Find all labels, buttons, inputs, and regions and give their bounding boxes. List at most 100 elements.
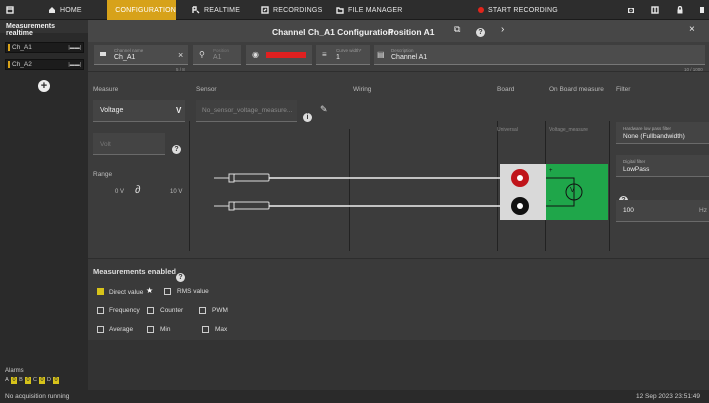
plus-icon: +: [40, 80, 48, 92]
folder-icon: [336, 7, 344, 14]
lock-button[interactable]: [676, 0, 684, 20]
nav-realtime[interactable]: REALTIME: [192, 0, 240, 20]
sidebar-channel-ch-a1[interactable]: Ch_A1 |▬▬|: [5, 42, 84, 53]
config-header: Channel Ch_A1 Configuration Position A1 …: [88, 20, 709, 42]
record-icon: [478, 7, 484, 13]
camera-icon: [628, 8, 634, 13]
alarm-value: 0: [39, 377, 45, 384]
sidebar-title: Measurements realtime: [0, 20, 88, 37]
board-universal-label: Universal: [497, 127, 518, 133]
nav-recordings[interactable]: RECORDINGS: [261, 0, 322, 20]
power-button[interactable]: [698, 0, 706, 20]
close-icon[interactable]: ×: [689, 24, 695, 35]
lock-icon: [677, 6, 683, 14]
sensor-select[interactable]: No_sensor_voltage_measure...: [196, 100, 297, 122]
unit-help-button[interactable]: ?: [172, 138, 181, 156]
alarm-letter: A: [5, 377, 9, 383]
col-on-board-measure: On Board measure: [549, 86, 604, 93]
measurements-enabled-section: Measurements enabled ? Direct value ★ RM…: [88, 258, 709, 340]
board-voltage-measure-label: Voltage_measure: [549, 127, 588, 133]
alarms-label: Alarms: [5, 368, 24, 374]
nav-file-manager[interactable]: FILE MANAGER: [336, 0, 403, 20]
col-wiring: Wiring: [353, 86, 372, 93]
range-label: Range: [93, 171, 113, 178]
edit-pencil-icon[interactable]: ✎: [320, 104, 328, 115]
status-bar: No acquisition running 12 Sep 2023 23:51…: [0, 390, 709, 403]
waveform-icon: |▬▬|: [68, 61, 81, 68]
copy-icon[interactable]: ⧉: [454, 24, 460, 35]
alarm-indicators: A 0 B 0 C 0 D 0: [4, 377, 59, 384]
sidebar-channel-ch-a2[interactable]: Ch_A2 |▬▬|: [5, 59, 84, 70]
voltmeter-label: V: [570, 187, 575, 194]
description-field[interactable]: ▤ Description Channel A1: [374, 45, 705, 65]
rms-value-checkbox[interactable]: [164, 288, 171, 295]
star-icon[interactable]: ★: [146, 286, 153, 295]
help-icon: ?: [172, 145, 181, 154]
direct-value-checkbox[interactable]: [97, 288, 104, 295]
probe-plug-red: [214, 173, 505, 183]
probe-plug-black: [214, 201, 505, 211]
minus-label: -: [549, 198, 551, 204]
counter-checkbox[interactable]: [147, 307, 154, 314]
range-max: 10 V: [170, 189, 183, 195]
frequency-checkbox[interactable]: [97, 307, 104, 314]
help-icon: ?: [476, 28, 485, 37]
acquisition-status: No acquisition running: [5, 393, 70, 400]
min-checkbox[interactable]: [147, 326, 154, 333]
alarm-letter: D: [47, 377, 51, 383]
color-field[interactable]: ◉: [246, 45, 312, 65]
measurements-help-button[interactable]: ?: [176, 266, 185, 284]
wiring-svg: [214, 164, 608, 220]
comment-icon: ▤: [377, 50, 385, 59]
hw-lowpass-filter-select[interactable]: Hardware low pass filter None (Fullbandw…: [616, 122, 709, 144]
clear-icon[interactable]: ×: [178, 50, 183, 60]
measure-type-select[interactable]: Voltage V: [93, 100, 185, 122]
config-position: Position A1: [388, 27, 435, 37]
top-nav-bar: HOME CONFIGURATION REALTIME RECORDINGS F…: [0, 0, 709, 20]
datetime: 12 Sep 2023 23:51:49: [636, 393, 700, 400]
filter-frequency-field[interactable]: 100 Hz: [616, 200, 709, 222]
channel-name-field[interactable]: Channel name Ch_A1 ×: [94, 45, 188, 65]
plus-label: +: [549, 168, 553, 174]
palette-icon: ◉: [252, 50, 259, 59]
help-button[interactable]: ?: [476, 26, 485, 37]
layout-icon: [651, 6, 659, 14]
range-min: 0 V: [115, 189, 125, 195]
channel-fields-row: Channel name Ch_A1 × 5 / 8 ⚲ Position A1…: [88, 42, 709, 72]
range-link-icon[interactable]: ∂: [135, 184, 140, 196]
curve-width-field[interactable]: ≡ Curve width* 1: [316, 45, 370, 65]
channel-icon: [100, 52, 106, 56]
pwm-checkbox[interactable]: [199, 307, 206, 314]
realtime-icon: [192, 6, 200, 14]
chevron-right-icon[interactable]: ›: [501, 24, 504, 35]
unit-field[interactable]: Volt: [93, 133, 165, 155]
recordings-icon: [261, 6, 269, 14]
help-icon: ?: [176, 273, 185, 282]
add-channel-button[interactable]: +: [38, 80, 50, 92]
alarm-letter: B: [19, 377, 23, 383]
app-logo-icon[interactable]: [3, 0, 17, 20]
alarm-value: 0: [53, 377, 59, 384]
nav-home[interactable]: HOME: [48, 0, 82, 20]
alarm-value: 0: [25, 377, 31, 384]
voltage-measure-module: [546, 164, 608, 220]
col-sensor: Sensor: [196, 86, 217, 93]
sidebar: Measurements realtime Ch_A1 |▬▬| Ch_A2 |…: [0, 20, 88, 403]
camera-button[interactable]: [627, 0, 635, 20]
nav-configuration[interactable]: CONFIGURATION: [107, 0, 176, 20]
col-measure: Measure: [93, 86, 119, 93]
average-checkbox[interactable]: [97, 326, 104, 333]
lower-panel: [88, 340, 709, 390]
color-swatch[interactable]: [266, 52, 306, 58]
power-icon: [700, 7, 704, 13]
config-title: Channel Ch_A1 Configuration: [272, 27, 393, 37]
start-recording-button[interactable]: START RECORDING: [478, 0, 558, 20]
layout-button[interactable]: [651, 0, 659, 20]
max-checkbox[interactable]: [202, 326, 209, 333]
home-icon: [49, 7, 55, 13]
location-pin-icon: ⚲: [199, 50, 205, 59]
digital-filter-select[interactable]: Digital filter LowPass: [616, 155, 709, 177]
wiring-divider: [609, 121, 610, 251]
config-column-headers: Measure Sensor Wiring Board On Board mea…: [88, 86, 709, 96]
col-filter: Filter: [616, 86, 631, 93]
